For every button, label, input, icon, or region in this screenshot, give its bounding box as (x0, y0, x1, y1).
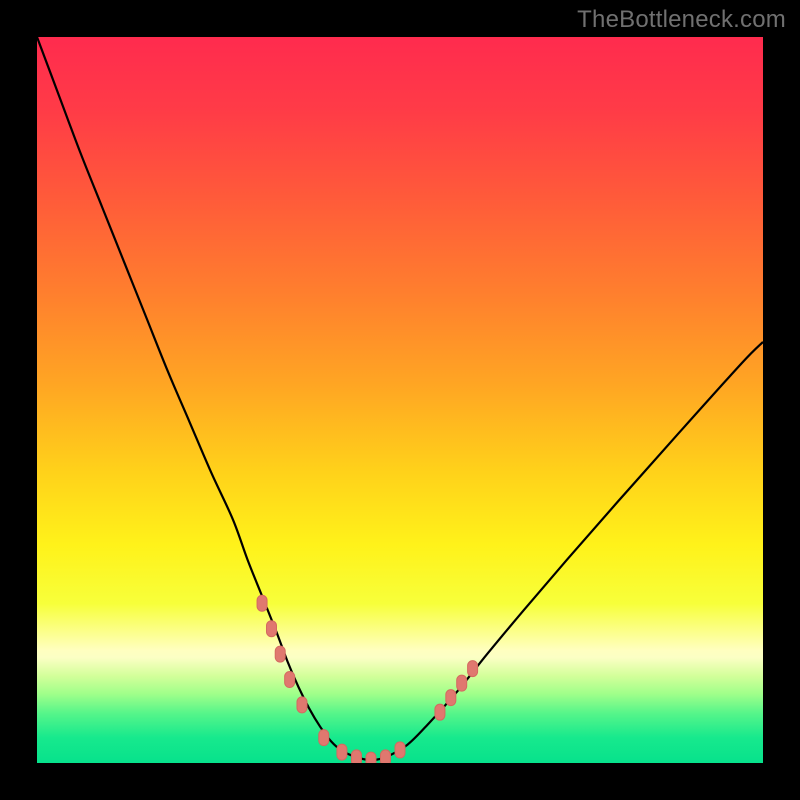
curve-marker (366, 752, 376, 763)
curve-marker (337, 744, 347, 760)
bottleneck-curve (37, 37, 763, 760)
curve-marker (297, 697, 307, 713)
curve-marker (257, 595, 267, 611)
curve-markers (257, 595, 478, 763)
curve-marker (319, 730, 329, 746)
curve-marker (285, 672, 295, 688)
chart-frame: TheBottleneck.com (0, 0, 800, 800)
curve-marker (395, 742, 405, 758)
curve-marker (435, 704, 445, 720)
curve-marker (380, 750, 390, 763)
curve-layer (37, 37, 763, 763)
curve-marker (446, 690, 456, 706)
watermark-text: TheBottleneck.com (577, 6, 786, 34)
curve-marker (266, 621, 276, 637)
curve-marker (351, 750, 361, 763)
curve-marker (275, 646, 285, 662)
curve-marker (468, 661, 478, 677)
plot-area (37, 37, 763, 763)
curve-marker (457, 675, 467, 691)
